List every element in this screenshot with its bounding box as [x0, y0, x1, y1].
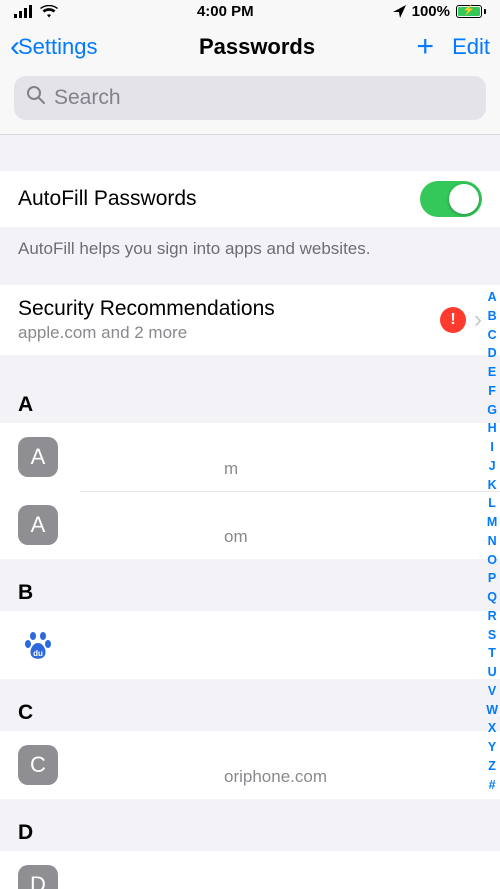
add-button[interactable]: + — [417, 30, 435, 64]
index-letter[interactable]: L — [488, 494, 496, 513]
index-letter[interactable]: J — [489, 457, 496, 476]
index-letter[interactable]: # — [489, 776, 496, 795]
password-row[interactable]: Cxoriphone.com — [0, 731, 500, 799]
battery-percent: 100% — [412, 3, 450, 20]
index-letter[interactable]: Z — [488, 757, 496, 776]
back-button[interactable]: ‹ Settings — [10, 32, 98, 62]
back-label: Settings — [18, 34, 98, 60]
index-letter[interactable]: V — [488, 682, 496, 701]
row-subtitle: om — [74, 527, 482, 547]
index-letter[interactable]: A — [488, 288, 497, 307]
site-avatar: C — [18, 745, 58, 785]
security-title: Security Recommendations — [18, 297, 275, 321]
index-letter[interactable]: C — [488, 326, 497, 345]
alert-icon: ! — [440, 307, 466, 333]
row-text: xom — [74, 864, 482, 889]
svg-text:du: du — [33, 649, 43, 658]
index-letter[interactable]: R — [488, 607, 497, 626]
section-header: A — [0, 355, 500, 423]
section-header: D — [0, 799, 500, 851]
wifi-icon — [40, 5, 58, 18]
status-bar: 4:00 PM 100% ⚡ — [0, 0, 500, 22]
row-text: x — [74, 634, 482, 657]
index-letter[interactable]: I — [490, 438, 493, 457]
site-avatar: du — [18, 625, 58, 665]
autofill-label: AutoFill Passwords — [18, 187, 197, 211]
row-text: xm — [74, 436, 482, 479]
page-title: Passwords — [199, 34, 315, 60]
row-subtitle: m — [74, 459, 482, 479]
section-header: C — [0, 679, 500, 731]
index-letter[interactable]: M — [487, 513, 497, 532]
site-avatar: D — [18, 865, 58, 889]
site-avatar: A — [18, 437, 58, 477]
location-icon — [393, 5, 406, 18]
index-letter[interactable]: X — [488, 719, 496, 738]
row-text: xoriphone.com — [74, 744, 482, 787]
autofill-hint: AutoFill helps you sign into apps and we… — [0, 227, 500, 285]
index-bar[interactable]: ABCDEFGHIJKLMNOPQRSTUVWXYZ# — [486, 288, 498, 794]
index-letter[interactable]: W — [486, 701, 498, 720]
search-placeholder: Search — [54, 86, 121, 110]
index-letter[interactable]: D — [488, 344, 497, 363]
search-icon — [26, 85, 46, 111]
index-letter[interactable]: E — [488, 363, 496, 382]
autofill-row: AutoFill Passwords — [0, 171, 500, 227]
password-row[interactable]: du x — [0, 611, 500, 679]
edit-button[interactable]: Edit — [452, 34, 490, 60]
index-letter[interactable]: N — [488, 532, 497, 551]
index-letter[interactable]: P — [488, 569, 496, 588]
chevron-right-icon: › — [474, 306, 482, 334]
index-letter[interactable]: H — [488, 419, 497, 438]
index-letter[interactable]: U — [488, 663, 497, 682]
password-row[interactable]: Axm — [0, 423, 500, 491]
index-letter[interactable]: S — [488, 626, 496, 645]
battery-icon: ⚡ — [456, 5, 486, 18]
nav-bar: ‹ Settings Passwords + Edit — [0, 22, 500, 72]
index-letter[interactable]: Y — [488, 738, 496, 757]
index-letter[interactable]: K — [488, 476, 497, 495]
row-subtitle: oriphone.com — [74, 767, 482, 787]
index-letter[interactable]: Q — [487, 588, 497, 607]
index-letter[interactable]: F — [488, 382, 496, 401]
password-row[interactable]: Axom — [0, 491, 500, 559]
index-letter[interactable]: T — [488, 644, 496, 663]
site-avatar: A — [18, 505, 58, 545]
search-input[interactable]: Search — [14, 76, 486, 120]
security-recommendations-row[interactable]: Security Recommendations apple.com and 2… — [0, 285, 500, 355]
index-letter[interactable]: G — [487, 401, 497, 420]
row-text: xom — [74, 504, 482, 547]
spacer — [0, 135, 500, 171]
section-header: B — [0, 559, 500, 611]
security-subtitle: apple.com and 2 more — [18, 323, 275, 343]
index-letter[interactable]: O — [487, 551, 497, 570]
autofill-toggle[interactable] — [420, 181, 482, 217]
cellular-signal-icon — [14, 5, 34, 18]
search-wrap: Search — [0, 72, 500, 134]
password-row[interactable]: Dxom — [0, 851, 500, 889]
index-letter[interactable]: B — [488, 307, 497, 326]
status-time: 4:00 PM — [197, 3, 254, 20]
